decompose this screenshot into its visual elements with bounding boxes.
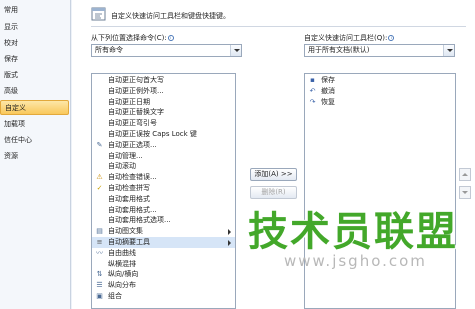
list-item-label: 自动图文集 — [108, 227, 143, 236]
list-item-label: 纵向/横向 — [108, 270, 139, 279]
info-icon: i — [388, 35, 395, 41]
nav-item-resources[interactable]: 资源 — [0, 149, 69, 164]
list-item-label: 撤消 — [321, 86, 335, 95]
undo-icon: ↶ — [309, 86, 316, 95]
list-item[interactable]: ▤ 自动图文集 — [92, 226, 235, 237]
list-item[interactable]: ≡ 自动摘要工具 — [92, 237, 235, 248]
list-item-label: 自动摘要工具 — [108, 238, 150, 246]
list-item[interactable]: 自动更正句首大写 — [92, 75, 235, 86]
check-errors-icon: ⚠ — [96, 173, 103, 182]
chevron-down-icon[interactable] — [443, 45, 454, 56]
list-item-label: 自动更正替换文字 — [108, 108, 164, 117]
list-item-label: 自动滚动 — [108, 162, 136, 171]
add-button[interactable]: 添加(A) >> — [250, 168, 297, 181]
choose-commands-label: 从下列位置选择命令(C): i — [91, 33, 174, 43]
list-item[interactable]: ✎ 自动更正选项... — [92, 140, 235, 151]
list-item-label: 恢复 — [321, 97, 335, 106]
list-item-label: 自动套用格式选项... — [108, 216, 171, 225]
watermark: 技术员联盟 www.jsgho.com — [248, 210, 458, 270]
list-item-label: 纵横混排 — [108, 259, 136, 268]
choose-commands-combo[interactable]: 所有命令 — [91, 44, 242, 57]
list-item[interactable]: ▣ 组合 — [92, 291, 235, 302]
list-item-label: 组合 — [108, 292, 122, 300]
list-item[interactable]: ⚠ 自动检查错误... — [92, 172, 235, 183]
list-item[interactable]: 自动套用格式 — [92, 194, 235, 205]
list-item[interactable]: ↶ 撤消 — [305, 86, 455, 97]
submenu-arrow-icon — [228, 240, 231, 246]
orientation-icon: ⇅ — [96, 270, 103, 279]
submenu-arrow-icon — [228, 229, 231, 236]
choose-commands-value: 所有命令 — [95, 46, 123, 54]
nav-item-layout[interactable]: 版式 — [0, 68, 69, 83]
list-item[interactable]: ☰ 纵向分布 — [92, 280, 235, 291]
list-item[interactable]: 自动更正误按 Caps Lock 键 — [92, 129, 235, 140]
list-item-label: 自动更正日期 — [108, 97, 150, 106]
list-item[interactable]: 自动滚动 — [92, 161, 235, 172]
nav-item-trust-center[interactable]: 信任中心 — [0, 133, 69, 148]
watermark-title: 技术员联盟 — [248, 209, 458, 255]
nav-item-proofing[interactable]: 校对 — [0, 36, 69, 51]
list-item-label: 自由曲线 — [108, 248, 136, 257]
list-item[interactable]: ▪ 保存 — [305, 75, 455, 86]
move-up-button[interactable] — [459, 168, 471, 181]
toolbar-scope-combo[interactable]: 用于所有文档(默认) — [304, 44, 455, 57]
redo-icon: ↷ — [309, 97, 316, 106]
spellcheck-icon: ✓ — [96, 184, 103, 192]
list-item[interactable]: 自动套用格式选项... — [92, 215, 235, 226]
list-item[interactable]: 自动更正日期 — [92, 97, 235, 108]
list-item-label: 自动更正例外项... — [108, 86, 164, 95]
list-item[interactable]: 自动更正弯引号 — [92, 118, 235, 129]
list-item-label: 纵向分布 — [108, 281, 136, 290]
list-item-label: 自动检查错误... — [108, 173, 157, 182]
nav-item-advanced[interactable]: 高级 — [0, 84, 69, 99]
header-text: 自定义快速访问工具栏和键盘快捷键。 — [111, 12, 230, 20]
toolbar-customize-icon — [91, 7, 106, 21]
list-item-label: 自动检查拼写 — [108, 184, 150, 192]
commands-list[interactable]: 自动更正句首大写 自动更正例外项... 自动更正日期 自动更正替换文字 自动更正弯引号自… — [91, 73, 236, 309]
header-divider — [91, 26, 466, 27]
list-item[interactable]: 〰自由曲线 — [92, 248, 235, 259]
list-item[interactable]: ⇅ 纵向/横向 — [92, 269, 235, 280]
list-item-label: 保存 — [321, 76, 335, 84]
chevron-down-icon[interactable] — [230, 45, 241, 56]
nav-item-customize[interactable]: 自定义 — [0, 100, 69, 115]
distribute-vertical-icon: ☰ — [96, 281, 103, 290]
list-item-label: 自动更正误按 Caps Lock 键 — [108, 130, 197, 138]
list-item[interactable]: 自动更正替换文字 — [92, 107, 235, 118]
freeform-icon: 〰 — [96, 248, 103, 257]
list-item-label: 自动套用格式 — [108, 194, 150, 203]
list-item[interactable]: ✓ 自动检查拼写 — [92, 183, 235, 194]
save-icon: ▪ — [310, 76, 315, 84]
customize-toolbar-label: 自定义快速访问工具栏(Q): i — [304, 33, 395, 43]
list-item-label: 自动更正选项... — [108, 140, 157, 149]
move-down-button[interactable] — [459, 186, 471, 199]
toolbar-commands-list[interactable]: ▪ 保存 ↶ 撤消 ↷ 恢复 — [304, 73, 456, 309]
list-item[interactable]: ↷ 恢复 — [305, 97, 455, 108]
list-item-label: 自动套用格式... — [108, 205, 157, 214]
nav-item-display[interactable]: 显示 — [0, 20, 69, 35]
list-item[interactable]: 自动套用格式... — [92, 205, 235, 216]
group-icon: ▣ — [96, 292, 103, 300]
list-item[interactable]: 纵横混排 — [92, 259, 235, 270]
options-sidebar: 常用 显示 校对 保存 版式 高级 自定义 加载项 信任中心 资源 — [0, 0, 71, 309]
remove-button[interactable]: 删除(R) — [250, 186, 297, 199]
nav-item-addins[interactable]: 加载项 — [0, 117, 69, 132]
list-item[interactable]: 自动管理... — [92, 151, 235, 162]
summary-icon: ≡ — [96, 238, 103, 246]
list-item-label: 自动更正句首大写 — [108, 76, 164, 84]
info-icon: i — [167, 35, 174, 41]
nav-item-save[interactable]: 保存 — [0, 52, 69, 67]
list-item-label: 自动更正弯引号 — [108, 119, 157, 128]
list-item-label: 自动管理... — [108, 151, 143, 160]
list-item[interactable]: 自动更正例外项... — [92, 86, 235, 97]
nav-item-common[interactable]: 常用 — [0, 3, 69, 18]
autocorrect-icon: ✎ — [96, 140, 103, 149]
autotext-icon: ▤ — [96, 227, 103, 236]
toolbar-scope-value: 用于所有文档(默认) — [308, 46, 370, 54]
